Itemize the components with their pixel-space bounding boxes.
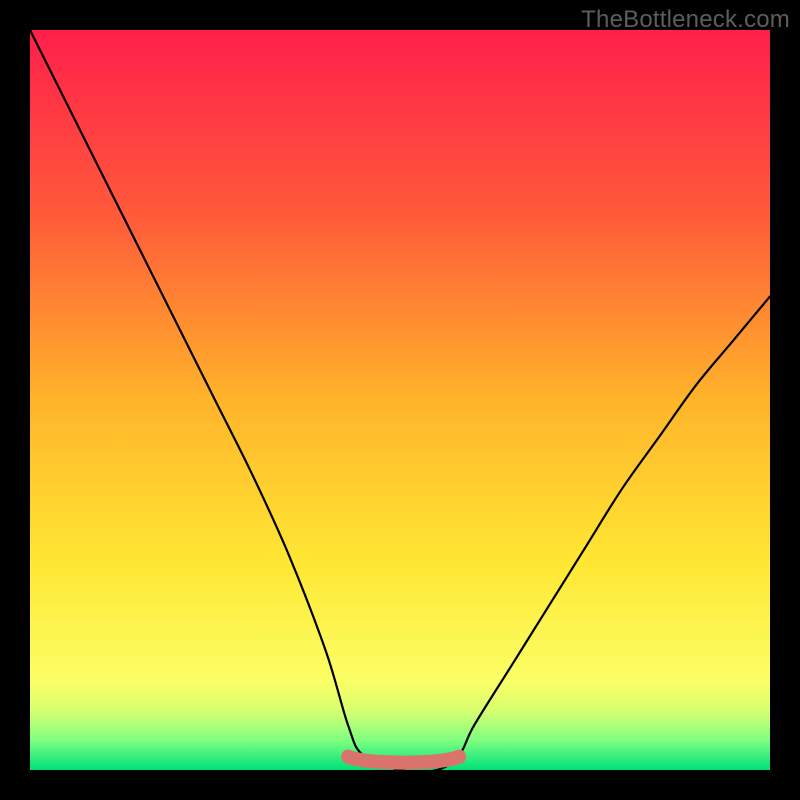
watermark-text: TheBottleneck.com	[581, 6, 790, 34]
chart-plot-area	[30, 30, 770, 770]
bottleneck-chart	[30, 30, 770, 770]
chart-background-gradient	[30, 30, 770, 770]
chart-frame: TheBottleneck.com	[0, 0, 800, 800]
optimal-flat-region	[348, 757, 459, 763]
